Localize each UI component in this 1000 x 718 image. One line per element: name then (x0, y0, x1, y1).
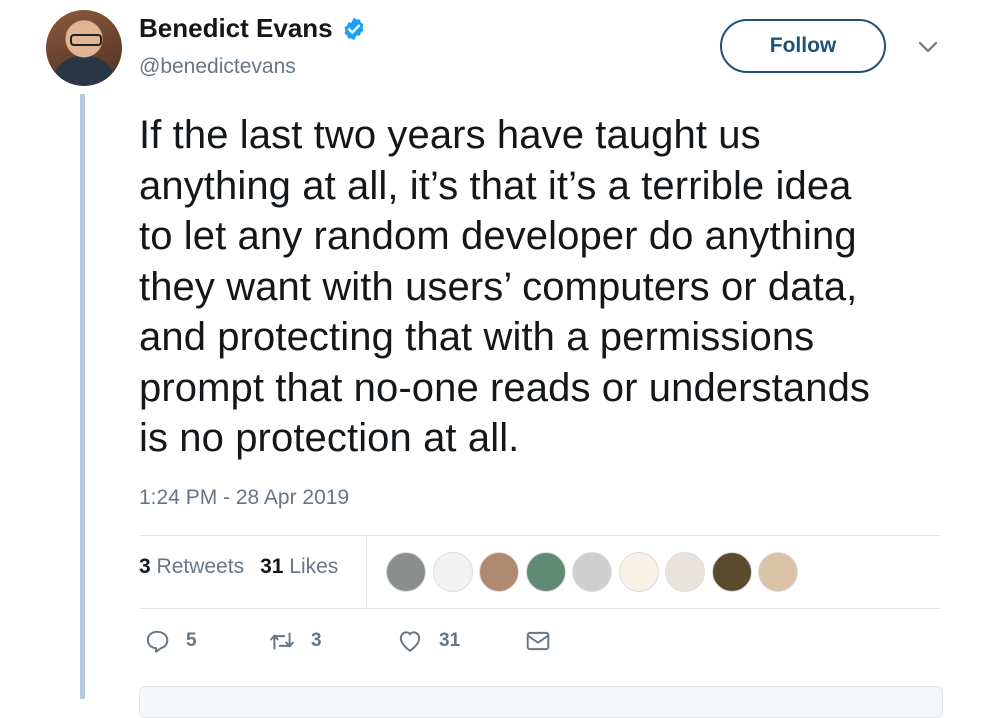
liker-avatar-1[interactable] (386, 552, 426, 592)
liker-avatar-3[interactable] (479, 552, 519, 592)
envelope-icon (526, 631, 550, 651)
likes-count: 31 (260, 555, 284, 578)
author-name-row: Benedict Evans (139, 13, 367, 44)
likes-stat[interactable]: 31 Likes (260, 555, 338, 579)
liker-avatar-4[interactable] (525, 552, 566, 592)
thread-line (80, 94, 85, 699)
liker-avatars (386, 552, 805, 592)
reply-count: 5 (186, 630, 197, 651)
tweet-timestamp[interactable]: 1:24 PM - 28 Apr 2019 (139, 486, 349, 510)
author-avatar[interactable] (46, 10, 122, 86)
heart-icon (399, 631, 421, 652)
author-name[interactable]: Benedict Evans (139, 13, 333, 44)
divider (139, 535, 941, 536)
retweets-label: Retweets (156, 555, 245, 578)
retweets-stat[interactable]: 3 Retweets (139, 555, 244, 579)
retweet-button[interactable]: 3 (269, 628, 397, 654)
likes-label: Likes (289, 555, 339, 578)
tweet-actions: 5 3 31 (144, 628, 551, 654)
follow-button[interactable]: Follow (720, 19, 886, 73)
reply-input[interactable] (139, 686, 943, 718)
retweet-icon (270, 632, 294, 650)
verified-badge-icon (344, 17, 364, 40)
retweet-count: 3 (311, 630, 322, 651)
reply-icon (146, 630, 169, 653)
liker-avatar-6[interactable] (618, 552, 659, 592)
like-count: 31 (439, 630, 461, 651)
tweet-text: If the last two years have taught us any… (139, 113, 871, 460)
divider (139, 608, 941, 609)
avatar-glasses (70, 34, 102, 46)
tweet-stats: 3 Retweets 31 Likes (139, 555, 354, 579)
liker-avatar-7[interactable] (665, 552, 705, 592)
liker-avatar-5[interactable] (572, 552, 612, 592)
chevron-down-icon[interactable] (917, 38, 939, 56)
reply-button[interactable]: 5 (144, 628, 269, 654)
like-button[interactable]: 31 (397, 628, 525, 654)
liker-avatar-8[interactable] (711, 552, 752, 592)
stats-divider (366, 537, 367, 607)
retweets-count: 3 (139, 555, 151, 578)
direct-message-button[interactable] (525, 628, 551, 654)
liker-avatar-9[interactable] (758, 552, 798, 592)
author-handle[interactable]: @benedictevans (139, 55, 296, 79)
liker-avatar-2[interactable] (432, 552, 473, 592)
